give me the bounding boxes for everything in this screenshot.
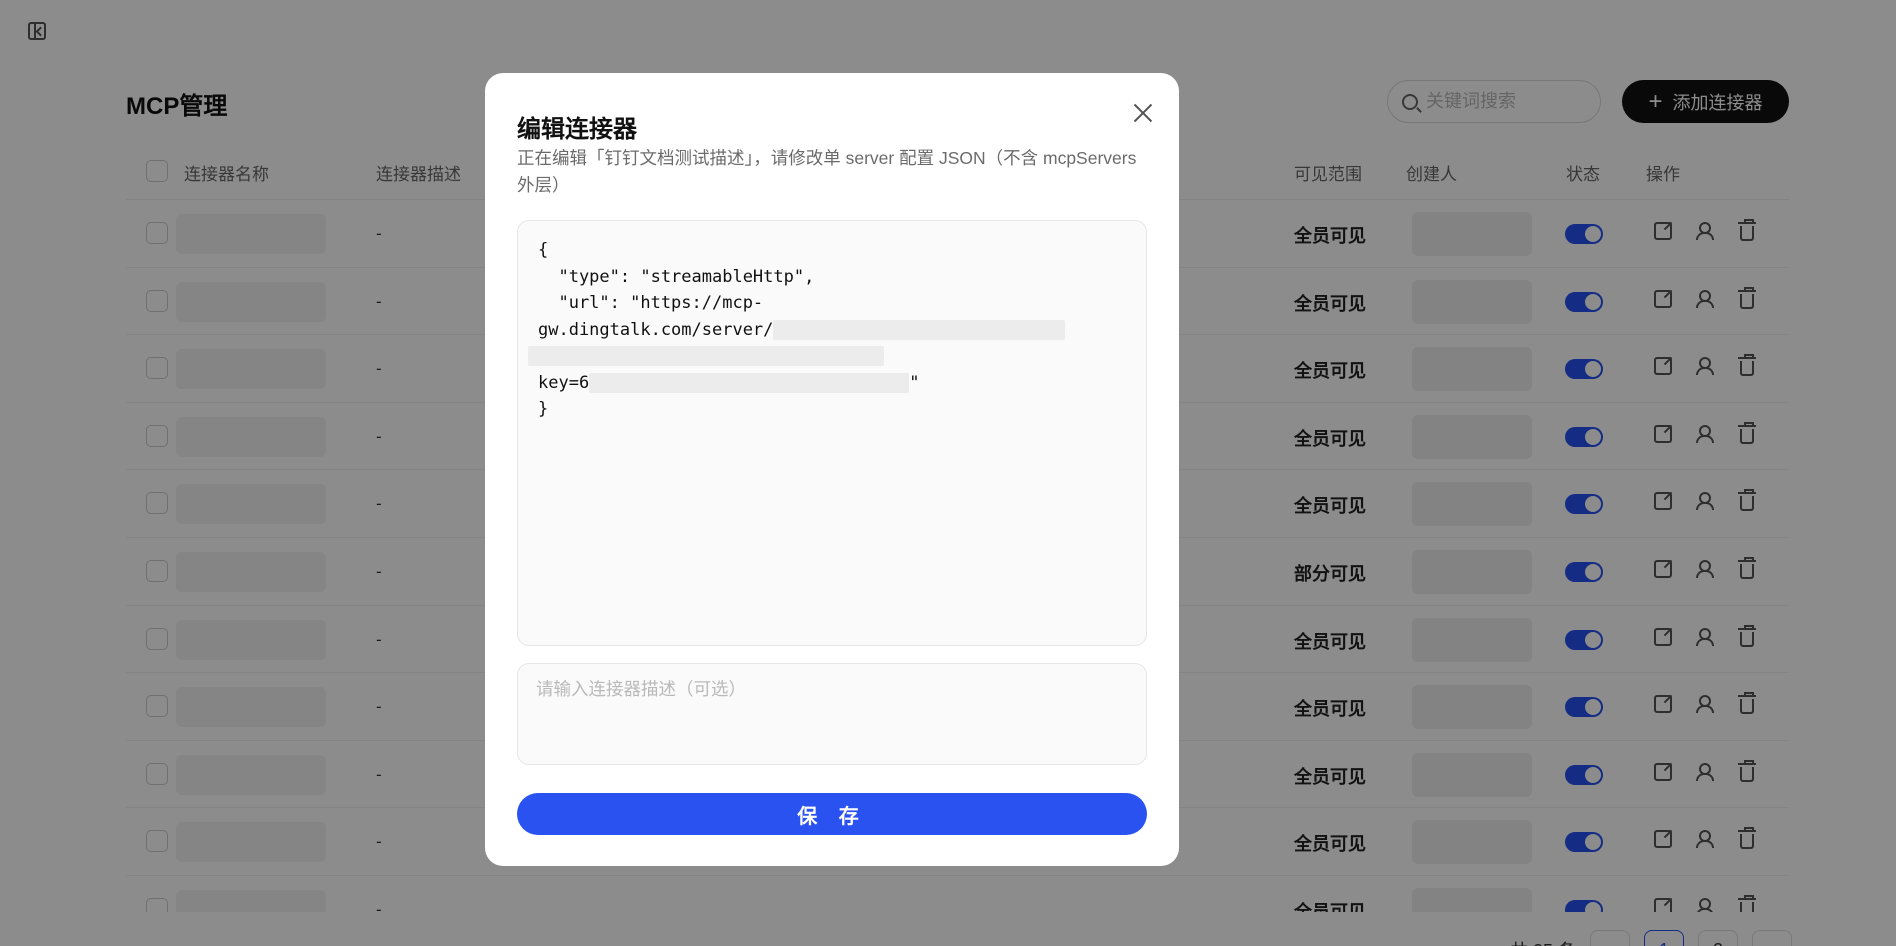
- code-line: }: [538, 399, 549, 419]
- edit-connector-modal: 编辑连接器 正在编辑「钉钉文档测试描述」，请修改单 server 配置 JSON…: [485, 73, 1179, 866]
- description-input[interactable]: [536, 676, 1128, 752]
- close-icon[interactable]: [1129, 99, 1157, 127]
- save-button[interactable]: 保 存: [517, 793, 1147, 835]
- code-line: "url": "https://mcp-: [538, 293, 764, 313]
- modal-subtitle: 正在编辑「钉钉文档测试描述」，请修改单 server 配置 JSON（不含 mc…: [517, 148, 1137, 195]
- redacted-block: [528, 346, 884, 366]
- code-text: ": [909, 372, 920, 393]
- code-text: key=6: [538, 372, 590, 393]
- code-line-url: gw.dingtalk.com/server/: [538, 317, 1126, 344]
- code-line-key: key=6 ": [538, 370, 1126, 397]
- code-text: gw.dingtalk.com/server/: [538, 319, 774, 340]
- code-line: {: [538, 240, 549, 260]
- redacted-block: [589, 372, 910, 393]
- description-box[interactable]: [517, 663, 1147, 765]
- redacted-block: [773, 319, 1066, 340]
- modal-title: 编辑连接器: [517, 116, 637, 143]
- code-line-redacted: [528, 343, 1126, 370]
- code-line: "type": "streamableHttp",: [538, 266, 815, 287]
- json-config-editor[interactable]: { "type": "streamableHttp", "url": "http…: [517, 220, 1147, 646]
